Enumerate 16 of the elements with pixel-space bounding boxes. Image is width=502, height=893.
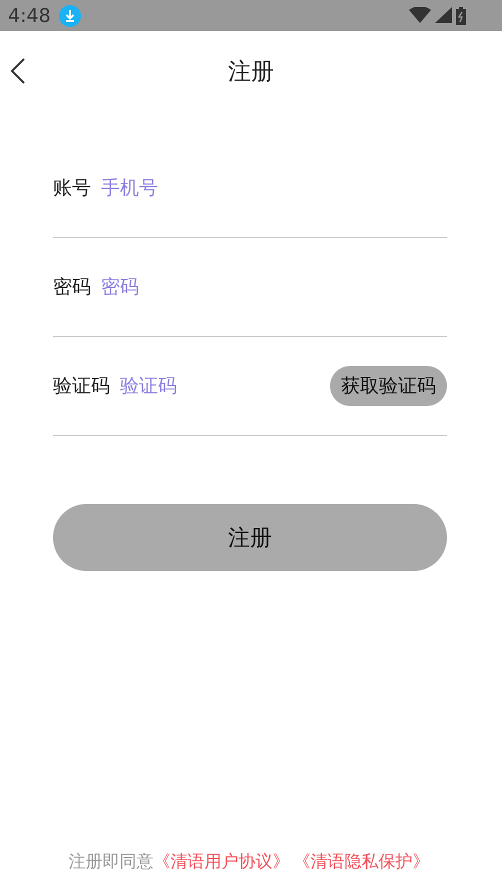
- battery-icon: [456, 6, 466, 24]
- input-field[interactable]: 手机号: [101, 173, 447, 203]
- status-time: 4:48: [8, 4, 51, 26]
- field-label: 账号: [53, 176, 91, 201]
- signal-icon: [435, 6, 452, 22]
- get-code-button[interactable]: 获取验证码: [330, 366, 447, 406]
- wifi-icon: [409, 6, 431, 22]
- input-field[interactable]: 密码: [101, 272, 447, 302]
- field-label: 验证码: [53, 374, 110, 399]
- field-label: 密码: [53, 275, 91, 300]
- page-title: 注册: [228, 58, 274, 86]
- input-field[interactable]: 验证码: [120, 371, 320, 401]
- agreement-text: 注册即同意: [68, 851, 154, 873]
- back-icon[interactable]: [10, 58, 26, 84]
- register-button[interactable]: 注册: [53, 504, 447, 571]
- download-icon: [58, 4, 81, 26]
